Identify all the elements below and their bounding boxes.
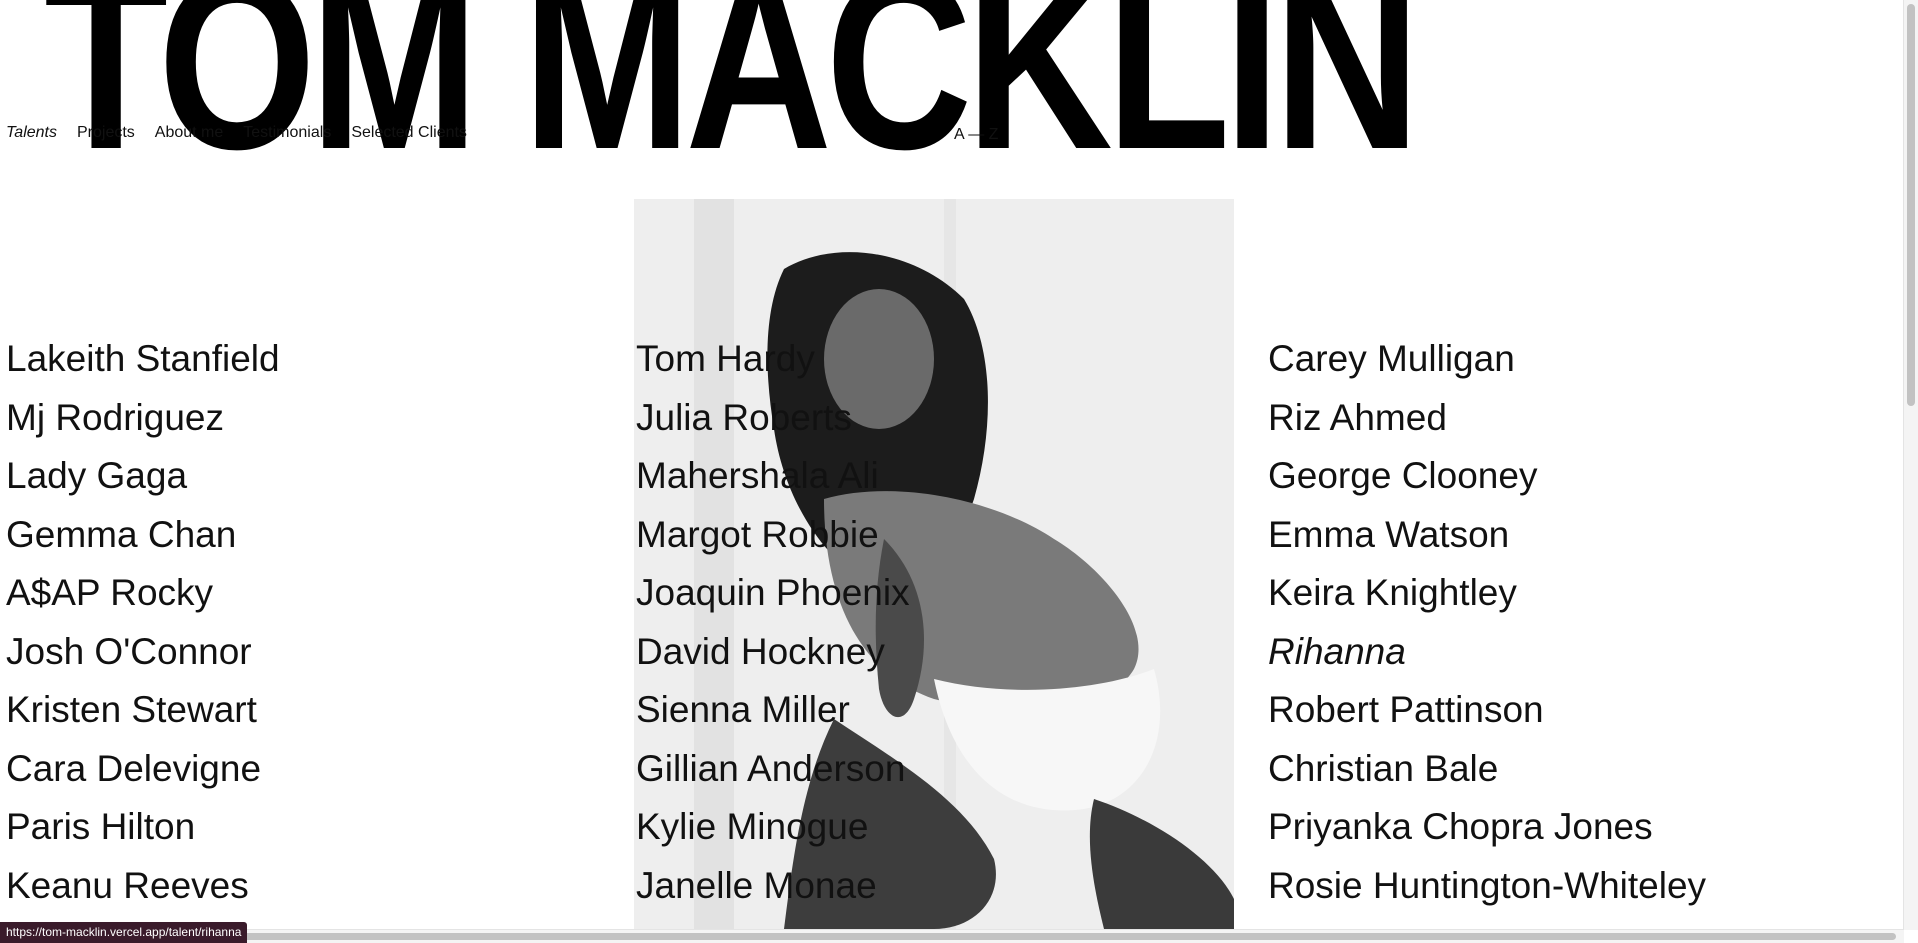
talent-link[interactable]: Emma Watson (1268, 506, 1706, 565)
talent-link[interactable]: Janelle Monae (636, 857, 910, 916)
main-nav: Talents Projects About me Testimonials S… (6, 124, 487, 142)
vertical-scrollbar[interactable] (1903, 0, 1918, 930)
talent-link[interactable]: Robert Pattinson (1268, 681, 1706, 740)
nav-item-projects[interactable]: Projects (77, 124, 135, 142)
nav-item-talents[interactable]: Talents (6, 124, 57, 142)
talent-link[interactable]: Gemma Chan (6, 506, 280, 565)
horizontal-scrollbar-thumb[interactable] (4, 933, 1896, 940)
talent-link[interactable]: Sienna Miller (636, 681, 910, 740)
talent-link[interactable]: Rosie Huntington-Whiteley (1268, 857, 1706, 916)
sort-toggle[interactable]: A — Z (954, 126, 998, 144)
site-logo[interactable]: TOM MACKLIN (44, 0, 1421, 186)
horizontal-scrollbar[interactable] (0, 929, 1904, 943)
talent-link[interactable]: Keanu Reeves (6, 857, 280, 916)
nav-item-selected-clients[interactable]: Selected Clients (351, 124, 467, 142)
status-bar-url: https://tom-macklin.vercel.app/talent/ri… (0, 922, 248, 943)
talent-link[interactable]: Carey Mulligan (1268, 330, 1706, 389)
nav-item-testimonials[interactable]: Testimonials (243, 124, 331, 142)
page: TOM MACKLIN Talents Projects About me Te… (0, 0, 1918, 943)
talent-link[interactable]: A$AP Rocky (6, 564, 280, 623)
talent-link-hovered[interactable]: Rihanna (1268, 623, 1706, 682)
talent-link[interactable]: Paris Hilton (6, 798, 280, 857)
talent-link[interactable]: Gillian Anderson (636, 740, 910, 799)
talent-link[interactable]: David Hockney (636, 623, 910, 682)
talent-link[interactable]: Lady Gaga (6, 447, 280, 506)
talent-column-2: Tom Hardy Julia Roberts Mahershala Ali M… (636, 330, 910, 915)
talent-link[interactable]: Riz Ahmed (1268, 389, 1706, 448)
vertical-scrollbar-thumb[interactable] (1907, 4, 1915, 406)
talent-link[interactable]: Mj Rodriguez (6, 389, 280, 448)
talent-link[interactable]: Margot Robbie (636, 506, 910, 565)
talent-link[interactable]: Cara Delevigne (6, 740, 280, 799)
talent-link[interactable]: Julia Roberts (636, 389, 910, 448)
talent-link[interactable]: Joaquin Phoenix (636, 564, 910, 623)
talent-link[interactable]: Lakeith Stanfield (6, 330, 280, 389)
talent-link[interactable]: Priyanka Chopra Jones (1268, 798, 1706, 857)
talent-link[interactable]: Christian Bale (1268, 740, 1706, 799)
talent-link[interactable]: George Clooney (1268, 447, 1706, 506)
talent-link[interactable]: Keira Knightley (1268, 564, 1706, 623)
talent-column-3: Carey Mulligan Riz Ahmed George Clooney … (1268, 330, 1706, 915)
talent-link[interactable]: Kylie Minogue (636, 798, 910, 857)
talent-link[interactable]: Mahershala Ali (636, 447, 910, 506)
talent-link[interactable]: Kristen Stewart (6, 681, 280, 740)
nav-item-about-me[interactable]: About me (155, 124, 223, 142)
talent-link[interactable]: Tom Hardy (636, 330, 910, 389)
talent-link[interactable]: Josh O'Connor (6, 623, 280, 682)
talent-column-1: Lakeith Stanfield Mj Rodriguez Lady Gaga… (6, 330, 280, 915)
